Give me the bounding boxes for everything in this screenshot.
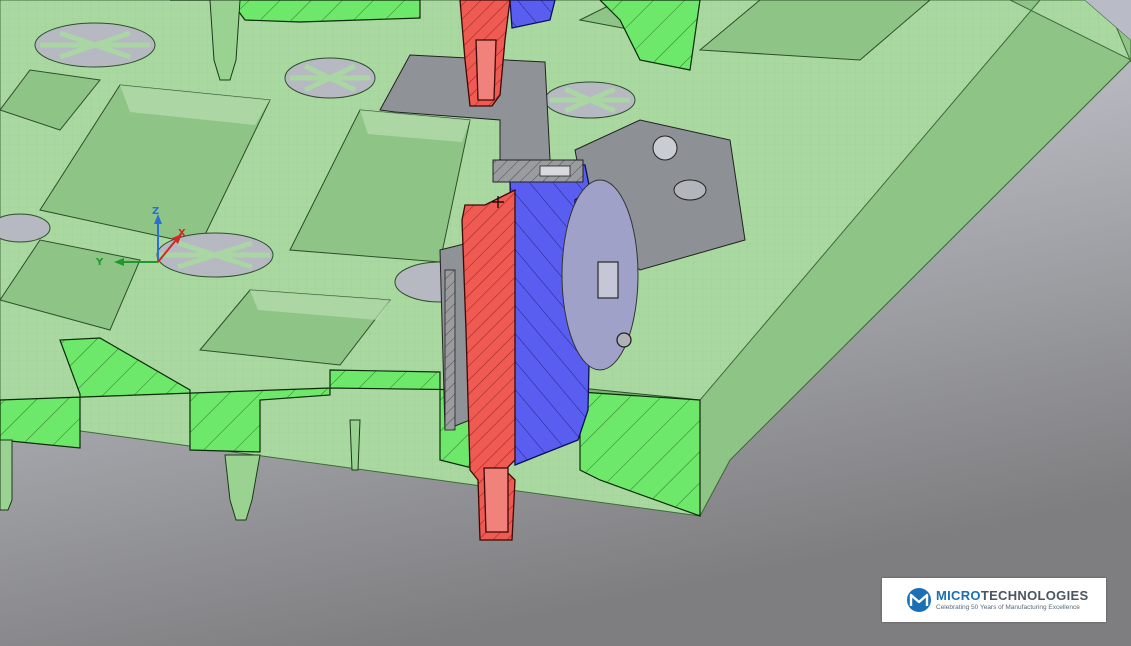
brand-name-rest: TECHNOLOGIES xyxy=(980,587,1089,603)
brand-tagline: Celebrating 50 Years of Manufacturing Ex… xyxy=(936,603,1080,611)
y-axis-label: Y xyxy=(95,257,104,268)
brand-name: MICROTECHNOLOGIES xyxy=(936,587,1089,603)
z-axis-label: Z xyxy=(152,206,159,217)
screw xyxy=(492,159,584,183)
brand-logo: MICROTECHNOLOGIES Celebrating 50 Years o… xyxy=(882,578,1106,622)
x-axis-label: X xyxy=(178,228,186,239)
cad-viewport[interactable]: Z Y X MICROTECHNOLOGIES Celebrating 50 Y… xyxy=(0,0,1131,646)
brand-name-accent: MICRO xyxy=(936,587,981,603)
section-view[interactable]: Z Y X xyxy=(0,0,1131,646)
microtechnologies-logo-icon xyxy=(907,588,931,612)
